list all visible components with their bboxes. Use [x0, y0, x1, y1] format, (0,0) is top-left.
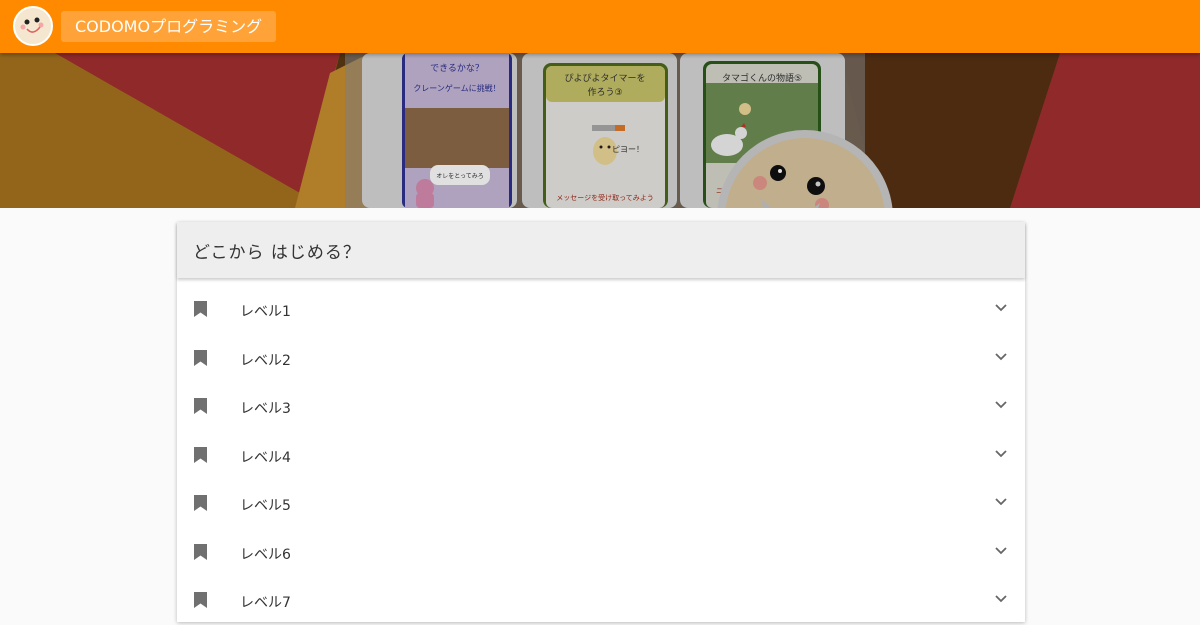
level-row-6[interactable]: レベル6	[177, 528, 1025, 577]
page-title: どこから はじめる？	[193, 243, 361, 263]
app-bar: CODOMOプログラミング	[0, 0, 1200, 53]
card-header: どこから はじめる？	[177, 222, 1025, 278]
level-label: レベル7	[240, 595, 291, 611]
level-selection-card: どこから はじめる？ レベル1 レベル2 レベル3 レベル4 レベル5 レベル6…	[177, 222, 1025, 622]
hero-banner: できるかな？ クレーンゲームに挑戦！ オレをとってみろ ぴよぴよタイマーを 作ろ…	[0, 53, 1200, 208]
level-label: レベル1	[240, 304, 291, 320]
smiling-face-logo-icon[interactable]	[13, 6, 53, 46]
hero-illustration: できるかな？ クレーンゲームに挑戦！ オレをとってみろ ぴよぴよタイマーを 作ろ…	[0, 53, 1200, 208]
level-row-2[interactable]: レベル2	[177, 334, 1025, 383]
level-label: レベル6	[240, 546, 291, 563]
brand-button[interactable]: CODOMOプログラミング	[61, 11, 277, 42]
level-row-5[interactable]: レベル5	[177, 479, 1025, 528]
level-label: レベル3	[240, 401, 291, 417]
bookmark-icon	[194, 349, 207, 366]
level-row-7[interactable]: レベル7	[177, 576, 1025, 625]
level-row-4[interactable]: レベル4	[177, 431, 1025, 480]
level-label: レベル4	[240, 449, 291, 466]
chevron-down-icon[interactable]	[994, 497, 1008, 507]
level-list: レベル1 レベル2 レベル3 レベル4 レベル5 レベル6 レベル7	[177, 285, 1025, 625]
bookmark-icon	[194, 543, 207, 560]
level-row-1[interactable]: レベル1	[177, 285, 1025, 334]
bookmark-icon	[194, 446, 207, 463]
bookmark-icon	[194, 301, 207, 317]
bookmark-icon	[194, 398, 207, 414]
chevron-down-icon[interactable]	[994, 594, 1008, 604]
level-row-3[interactable]: レベル3	[177, 382, 1025, 431]
hero-overlay	[0, 53, 1200, 208]
chevron-down-icon[interactable]	[994, 449, 1008, 459]
bookmark-icon	[194, 495, 207, 511]
level-label: レベル2	[240, 352, 291, 369]
chevron-down-icon[interactable]	[994, 400, 1008, 410]
level-label: レベル5	[240, 498, 291, 514]
chevron-down-icon[interactable]	[994, 303, 1008, 313]
chevron-down-icon[interactable]	[994, 546, 1008, 556]
chevron-down-icon[interactable]	[994, 352, 1008, 362]
bookmark-icon	[194, 592, 207, 608]
